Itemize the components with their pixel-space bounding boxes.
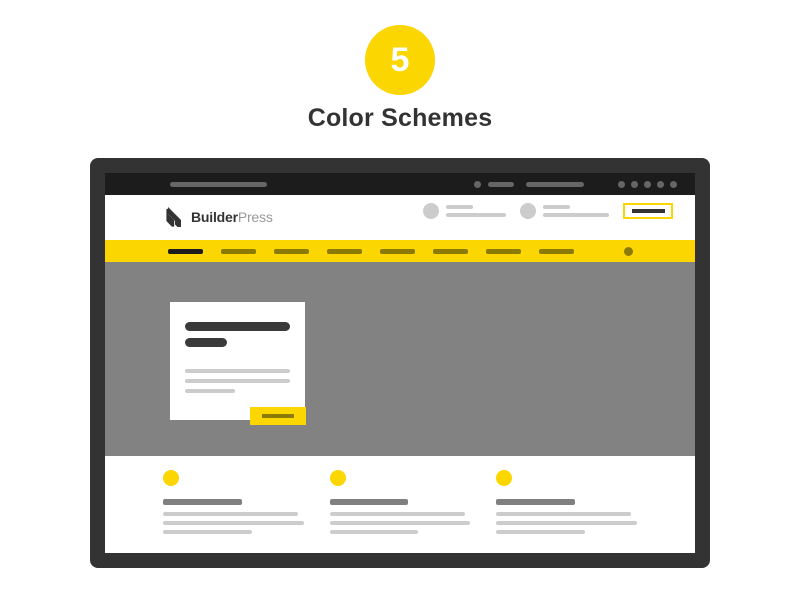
- hero-body-text: [185, 369, 290, 393]
- feature-column-2: [329, 470, 471, 553]
- search-icon[interactable]: [624, 247, 633, 256]
- browser-screen: BuilderPress: [105, 173, 695, 553]
- hero-text-line-2: [185, 379, 290, 383]
- header-contact-item-1[interactable]: [423, 203, 506, 219]
- chrome-dot-group: [618, 181, 677, 188]
- hero-card: [170, 302, 305, 420]
- badge-container: 5: [0, 25, 800, 95]
- feature-body-text: [329, 512, 471, 534]
- avatar: [520, 203, 536, 219]
- chrome-pill-2[interactable]: [526, 182, 584, 187]
- chrome-dot-3: [644, 181, 651, 188]
- cta-label-placeholder: [631, 209, 665, 213]
- feature-column-1: [163, 470, 304, 553]
- feature-text-line-1: [329, 512, 465, 516]
- nav-item-1-active[interactable]: [168, 249, 203, 254]
- browser-chrome-bar: [105, 173, 695, 195]
- brand-name-bold: Builder: [191, 209, 238, 225]
- nav-item-7[interactable]: [486, 249, 521, 254]
- nav-item-2[interactable]: [221, 249, 256, 254]
- feature-title-placeholder: [163, 499, 242, 505]
- feature-icon: [496, 470, 513, 486]
- hero-cta-button[interactable]: [250, 407, 306, 425]
- nav-item-4[interactable]: [327, 249, 362, 254]
- feature-body-text: [496, 512, 638, 534]
- chrome-indicator-dot: [474, 181, 481, 188]
- nav-item-3[interactable]: [274, 249, 309, 254]
- contact-text-placeholder: [543, 205, 609, 217]
- nav-item-6[interactable]: [433, 249, 468, 254]
- chrome-dot-5: [670, 181, 677, 188]
- feature-text-line-1: [496, 512, 632, 516]
- placeholder-line-long: [446, 213, 506, 217]
- monitor-frame: BuilderPress: [90, 158, 710, 568]
- slide-canvas: 5 Color Schemes BuilderPress: [0, 0, 800, 600]
- header-cta-button[interactable]: [623, 203, 673, 219]
- hero-cta-label-placeholder: [262, 414, 294, 418]
- primary-navigation-bar: [105, 240, 695, 262]
- contact-text-placeholder: [446, 205, 506, 217]
- avatar: [423, 203, 439, 219]
- feature-column-3: [496, 470, 638, 553]
- nav-item-8[interactable]: [539, 249, 574, 254]
- hero-heading-line-1: [185, 322, 290, 331]
- feature-title-placeholder: [496, 499, 576, 505]
- hero-card-content: [185, 322, 290, 393]
- header-contact-item-2[interactable]: [520, 203, 609, 219]
- placeholder-line-short: [446, 205, 473, 209]
- feature-icon: [329, 470, 346, 486]
- chrome-dot-2: [631, 181, 638, 188]
- nav-item-5[interactable]: [380, 249, 415, 254]
- placeholder-line-short: [543, 205, 570, 209]
- feature-body-text: [163, 512, 304, 534]
- page-title: Color Schemes: [307, 104, 493, 132]
- feature-title-placeholder: [329, 499, 409, 505]
- chrome-pill-1[interactable]: [488, 182, 514, 187]
- site-header: BuilderPress: [105, 195, 695, 240]
- step-number-badge: 5: [365, 25, 435, 95]
- address-bar-placeholder[interactable]: [170, 182, 267, 187]
- feature-text-line-3: [496, 530, 585, 534]
- brand-name: BuilderPress: [191, 209, 273, 225]
- brand-name-light: Press: [237, 209, 273, 225]
- feature-text-line-2: [163, 521, 304, 525]
- feature-text-line-2: [496, 521, 638, 525]
- feature-text-line-3: [329, 530, 419, 534]
- hero-section: [105, 262, 695, 456]
- hero-text-line-1: [185, 369, 290, 373]
- hero-text-line-3: [185, 389, 236, 393]
- feature-text-line-3: [163, 530, 252, 534]
- feature-text-line-2: [329, 521, 471, 525]
- feature-icon: [163, 470, 179, 486]
- hero-heading-line-2: [185, 338, 227, 347]
- chrome-dot-4: [657, 181, 664, 188]
- brand-logo[interactable]: BuilderPress: [165, 206, 273, 228]
- features-section: [105, 456, 695, 553]
- feature-text-line-1: [163, 512, 299, 516]
- builderpress-logo-icon: [165, 207, 181, 227]
- placeholder-line-long: [543, 213, 609, 217]
- nav-item-group: [168, 249, 574, 254]
- chrome-dot-1: [618, 181, 625, 188]
- header-right-group: [423, 203, 673, 219]
